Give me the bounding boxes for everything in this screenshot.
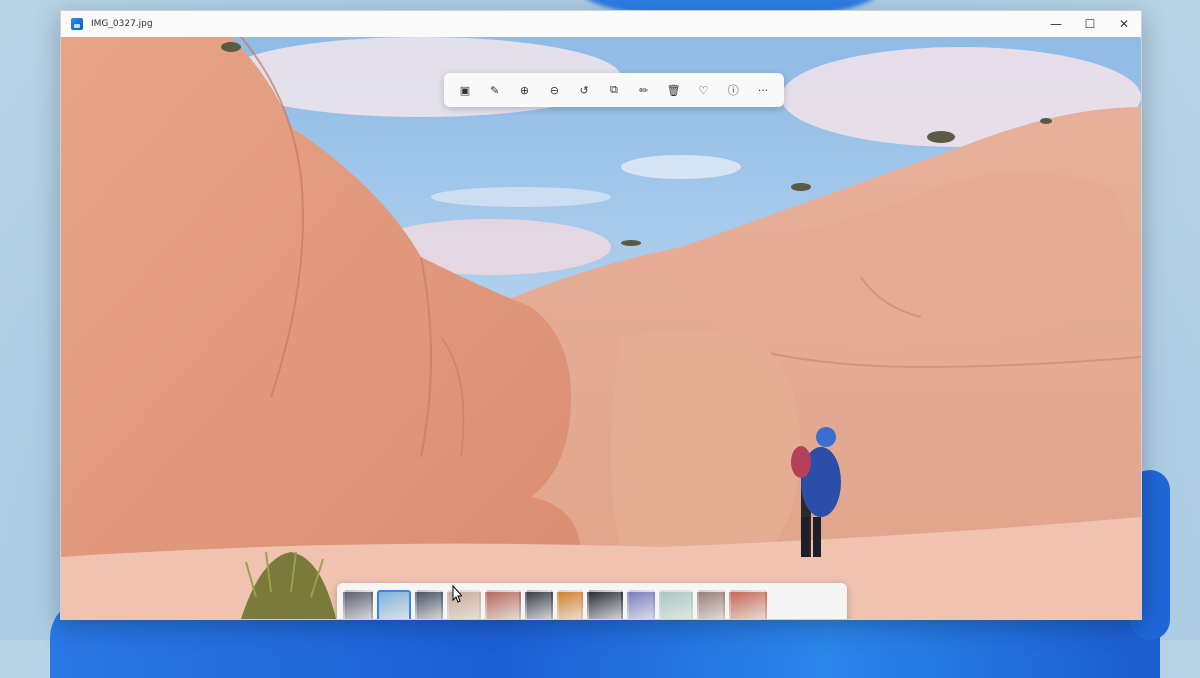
zoom-out-button[interactable]: ⊖ xyxy=(542,78,566,102)
delete-button[interactable]: 🗑 xyxy=(662,78,686,102)
photo-viewer[interactable]: ▣ ✎ ⊕ ⊖ ↺ ⧉ ✏ 🗑 ♡ ⓘ ··· xyxy=(61,37,1141,619)
filmstrip-thumbnail[interactable] xyxy=(377,590,411,619)
info-icon: ⓘ xyxy=(727,84,739,97)
draw-icon: ✏ xyxy=(639,83,649,97)
filmstrip-thumbnail[interactable] xyxy=(729,590,767,619)
filmstrip-thumbnail[interactable] xyxy=(587,590,623,619)
more-button[interactable]: ··· xyxy=(751,78,775,102)
favorite-button[interactable]: ♡ xyxy=(691,78,715,102)
filmstrip-thumbnail[interactable] xyxy=(485,590,521,619)
close-button[interactable]: ✕ xyxy=(1107,11,1141,37)
view-original-icon: ▣ xyxy=(459,83,471,97)
photo-image xyxy=(61,37,1141,619)
rotate-icon: ↺ xyxy=(579,83,589,97)
edit-image-button[interactable]: ✎ xyxy=(483,78,507,102)
minimize-button[interactable]: — xyxy=(1039,11,1073,37)
more-icon: ··· xyxy=(757,83,769,97)
photos-app-window: IMG_0327.jpg — ☐ ✕ ▣ ✎ ⊕ ⊖ ↺ ⧉ ✏ 🗑 ♡ ⓘ ·… xyxy=(60,10,1142,620)
filmstrip-thumbnail[interactable] xyxy=(343,590,373,619)
crop-icon: ⧉ xyxy=(610,83,618,96)
crop-button[interactable]: ⧉ xyxy=(602,78,626,102)
rotate-button[interactable]: ↺ xyxy=(572,78,596,102)
image-toolbar: ▣ ✎ ⊕ ⊖ ↺ ⧉ ✏ 🗑 ♡ ⓘ ··· xyxy=(444,73,784,107)
filmstrip-thumbnail[interactable] xyxy=(525,590,553,619)
view-original-button[interactable]: ▣ xyxy=(453,78,477,102)
photos-app-icon xyxy=(71,18,83,30)
filmstrip-thumbnail[interactable] xyxy=(627,590,655,619)
draw-button[interactable]: ✏ xyxy=(632,78,656,102)
zoom-in-icon: ⊕ xyxy=(519,83,530,97)
filmstrip-thumbnail[interactable] xyxy=(659,590,693,619)
filmstrip-thumbnail[interactable] xyxy=(697,590,725,619)
rock-center xyxy=(611,332,801,557)
maximize-button[interactable]: ☐ xyxy=(1073,11,1107,37)
mouse-cursor-icon xyxy=(452,585,462,603)
zoom-in-button[interactable]: ⊕ xyxy=(513,78,537,102)
title-bar[interactable]: IMG_0327.jpg — ☐ ✕ xyxy=(61,11,1141,37)
favorite-icon: ♡ xyxy=(698,83,709,97)
zoom-out-icon: ⊖ xyxy=(549,83,559,97)
filmstrip-thumbnail[interactable] xyxy=(415,590,443,619)
edit-image-icon: ✎ xyxy=(490,83,500,97)
window-controls: — ☐ ✕ xyxy=(1039,11,1141,37)
filmstrip xyxy=(337,583,847,619)
window-title: IMG_0327.jpg xyxy=(91,19,153,29)
filmstrip-thumbnail[interactable] xyxy=(557,590,583,619)
delete-icon: 🗑 xyxy=(666,83,681,97)
info-button[interactable]: ⓘ xyxy=(721,78,745,102)
